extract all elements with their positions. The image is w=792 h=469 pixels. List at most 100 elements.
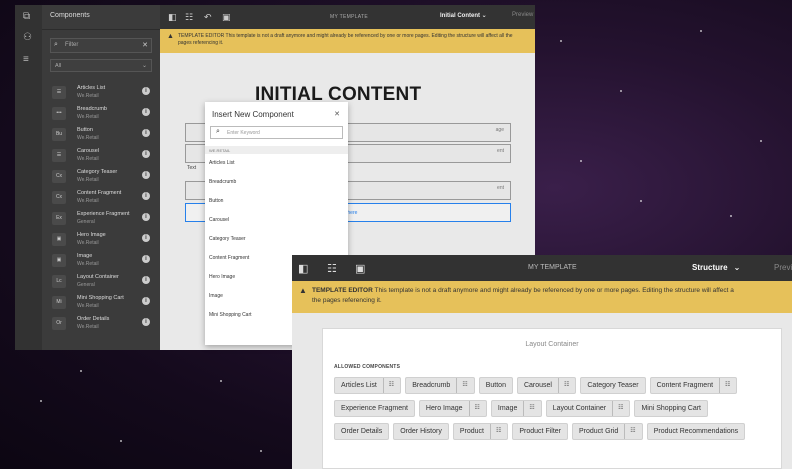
configure-icon[interactable]: ☷ — [557, 378, 569, 393]
mode-selector[interactable]: Initial Content ⌄ — [440, 12, 487, 19]
allowed-component-chip[interactable]: Product Recommendations — [646, 423, 746, 440]
component-group: We.Retail — [77, 240, 99, 246]
undo-icon[interactable]: ↶ — [204, 12, 212, 23]
chip-label: Order History — [400, 428, 442, 435]
dialog-component-item[interactable]: Breadcrumb — [209, 179, 236, 185]
chip-label: Order Details — [341, 428, 383, 435]
component-list-item[interactable]: ••• Breadcrumb We.Retail i — [50, 104, 152, 124]
info-icon[interactable]: i — [142, 150, 150, 158]
layers-icon[interactable]: ⧉ — [23, 12, 34, 22]
configure-icon[interactable]: ☷ — [523, 401, 535, 416]
allowed-component-chip[interactable]: Hero Image ☷ — [418, 400, 487, 417]
allowed-component-chip[interactable]: Mini Shopping Cart — [634, 400, 708, 417]
configure-icon[interactable]: ☷ — [719, 378, 730, 393]
component-name: Button — [77, 127, 93, 133]
component-name: Category Teaser — [77, 169, 118, 175]
dialog-component-item[interactable]: Mini Shopping Cart — [209, 312, 252, 318]
info-icon[interactable]: i — [142, 318, 150, 326]
component-list-item[interactable]: Cx Content Fragment We.Retail i — [50, 188, 152, 208]
chip-label: Carousel — [523, 382, 552, 389]
dialog-component-item[interactable]: Hero Image — [209, 274, 235, 280]
close-icon[interactable]: ✕ — [142, 41, 148, 49]
search-icon: ⌕ — [54, 41, 58, 48]
chip-label: Product Grid — [579, 428, 619, 435]
side-panel-toggle-icon[interactable]: ◧ — [298, 262, 308, 275]
preview-button[interactable]: Previ — [774, 263, 792, 272]
info-icon[interactable]: i — [142, 213, 150, 221]
info-icon[interactable]: i — [142, 276, 150, 284]
mode-selector[interactable]: Structure ⌄ — [692, 263, 740, 272]
allowed-component-chip[interactable]: Order Details — [334, 423, 390, 440]
component-abbrev-icon: Mi — [52, 296, 66, 309]
info-icon[interactable]: i — [142, 87, 150, 95]
dialog-component-item[interactable]: Category Teaser — [209, 236, 246, 242]
component-list-item[interactable]: ☰ Articles List We.Retail i — [50, 83, 152, 103]
allowed-component-chip[interactable]: Breadcrumb ☷ — [405, 377, 475, 394]
allowed-components-row: Order Details Order History Product ☷ Produc… — [334, 423, 746, 440]
component-name: Hero Image — [77, 232, 106, 238]
chip-label: Mini Shopping Cart — [641, 405, 701, 412]
info-icon[interactable]: i — [142, 171, 150, 179]
chip-label: Product Filter — [519, 428, 561, 435]
component-list-item[interactable]: Lc Layout Container General i — [50, 272, 152, 292]
assets-icon[interactable]: ⚇ — [23, 33, 34, 43]
template-title: MY TEMPLATE — [528, 264, 577, 271]
component-list-item[interactable]: Mi Mini Shopping Cart We.Retail i — [50, 293, 152, 313]
component-list-item[interactable]: ▣ Image We.Retail i — [50, 251, 152, 271]
components-icon[interactable]: ≡ — [23, 55, 34, 65]
allowed-component-chip[interactable]: Carousel ☷ — [516, 377, 577, 394]
annotations-icon[interactable]: ▣ — [355, 262, 365, 275]
component-list-item[interactable]: ☰ Carousel We.Retail i — [50, 146, 152, 166]
info-icon[interactable]: i — [142, 192, 150, 200]
allowed-component-chip[interactable]: Order History — [393, 423, 449, 440]
preview-button[interactable]: Preview — [512, 12, 533, 18]
component-abbrev-icon: Bu — [52, 128, 66, 141]
close-icon[interactable]: ✕ — [334, 110, 340, 118]
allowed-component-chip[interactable]: Experience Fragment — [334, 400, 415, 417]
info-icon[interactable]: i — [142, 129, 150, 137]
dialog-component-item[interactable]: Content Fragment — [209, 255, 249, 261]
component-list-item[interactable]: Cx Category Teaser We.Retail i — [50, 167, 152, 187]
info-icon[interactable]: i — [142, 255, 150, 263]
dialog-component-item[interactable]: Carousel — [209, 217, 229, 223]
allowed-component-chip[interactable]: Content Fragment ☷ — [649, 377, 738, 394]
configure-icon[interactable]: ☷ — [612, 401, 623, 416]
component-list-item[interactable]: Bu Button We.Retail i — [50, 125, 152, 145]
layout-container[interactable]: Layout Container ALLOWED COMPONENTS Arti… — [322, 328, 782, 469]
allowed-component-chip[interactable]: Product ☷ — [452, 423, 509, 440]
component-list-item[interactable]: ▣ Hero Image We.Retail i — [50, 230, 152, 250]
allowed-component-chip[interactable]: Category Teaser — [580, 377, 646, 394]
info-icon[interactable]: i — [142, 297, 150, 305]
component-name: Image — [77, 253, 93, 259]
info-icon[interactable]: i — [142, 108, 150, 116]
allowed-component-chip[interactable]: Layout Container ☷ — [545, 400, 631, 417]
group-select[interactable]: All ⌄ — [50, 59, 152, 72]
configure-icon[interactable]: ☷ — [624, 424, 636, 439]
allowed-component-chip[interactable]: Articles List ☷ — [334, 377, 402, 394]
info-icon[interactable]: i — [142, 234, 150, 242]
page-properties-icon[interactable]: ☷ — [185, 12, 193, 23]
dialog-component-item[interactable]: Button — [209, 198, 223, 204]
allowed-component-chip[interactable]: Button — [478, 377, 513, 394]
component-group: We.Retail — [77, 114, 99, 120]
configure-icon[interactable]: ☷ — [468, 401, 480, 416]
allowed-component-chip[interactable]: Product Filter — [512, 423, 568, 440]
keyword-search-input[interactable]: ⌕ Enter Keyword — [210, 126, 343, 139]
chevron-down-icon: ⌄ — [141, 63, 147, 69]
dialog-component-item[interactable]: Articles List — [209, 160, 235, 166]
allowed-component-chip[interactable]: Product Grid ☷ — [572, 423, 643, 440]
filter-input[interactable]: ⌕ Filter ✕ — [50, 38, 152, 53]
configure-icon[interactable]: ☷ — [489, 424, 501, 439]
list-icon: ☰ — [52, 86, 66, 99]
page-properties-icon[interactable]: ☷ — [327, 262, 337, 275]
side-panel-toggle-icon[interactable]: ◧ — [168, 12, 177, 23]
allowed-components-row: Articles List ☷ Breadcrumb ☷ Button Carousel ☷… — [334, 377, 738, 394]
configure-icon[interactable]: ☷ — [382, 378, 394, 393]
allowed-component-chip[interactable]: Image ☷ — [490, 400, 542, 417]
component-group: We.Retail — [77, 93, 99, 99]
configure-icon[interactable]: ☷ — [456, 378, 468, 393]
annotations-icon[interactable]: ▣ — [222, 12, 231, 23]
component-list-item[interactable]: Or Order Details We.Retail i — [50, 314, 152, 334]
dialog-component-item[interactable]: Image — [209, 293, 223, 299]
component-list-item[interactable]: Ex Experience Fragment General i — [50, 209, 152, 229]
